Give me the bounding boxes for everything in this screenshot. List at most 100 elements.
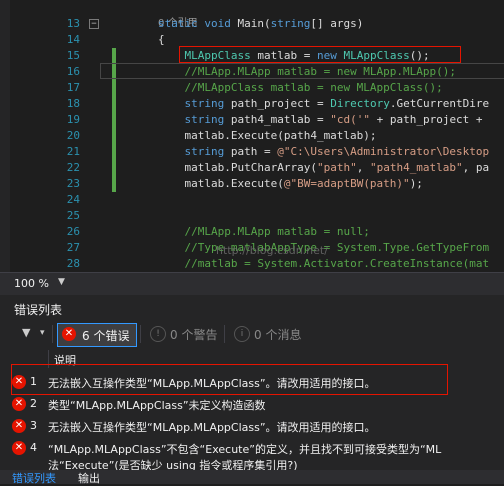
code-token: string xyxy=(184,97,225,110)
code-token: //MLAppClass matlab = new MLAppClass(); xyxy=(184,81,443,94)
code-token: string xyxy=(184,113,225,126)
code-token: //MLApp.MLApp matlab = null; xyxy=(184,225,370,238)
zoom-level[interactable]: 100 % xyxy=(14,277,49,290)
line-number: 28 xyxy=(66,257,80,270)
code-token: { xyxy=(158,33,165,46)
code-text[interactable]: matlab.Execute(path4_matlab); xyxy=(158,128,376,144)
code-text[interactable]: { xyxy=(158,32,165,48)
error-description: 类型“MLApp.MLAppClass”未定义构造函数 xyxy=(48,399,266,412)
errors-filter-button[interactable]: ✕ 6 个错误 xyxy=(57,323,137,347)
current-line-highlight xyxy=(100,63,504,79)
code-token: Directory xyxy=(330,97,390,110)
code-text[interactable]: static void Main(string[] args) xyxy=(158,16,363,32)
line-number: 22 xyxy=(66,161,80,174)
code-text[interactable]: string path_project = Directory.GetCurre… xyxy=(158,96,490,112)
line-number: 23 xyxy=(66,177,80,190)
code-token: @"BW=adaptBW(path)" xyxy=(283,177,410,190)
bottom-tab-bar: 错误列表 输出 xyxy=(0,470,504,485)
error-list-panel: 错误列表 ▼ ▾ ✕ 6 个错误 ! 0 个警告 i 0 个消息 说明 ✕ 1 … xyxy=(0,295,504,484)
messages-filter-label: 0 个消息 xyxy=(254,328,302,342)
chevron-down-icon[interactable]: ▾ xyxy=(40,328,45,338)
code-token: , pa xyxy=(462,161,490,174)
line-number: 26 xyxy=(66,225,80,238)
filter-icon[interactable]: ▼ xyxy=(22,326,30,339)
error-number: 4 xyxy=(30,441,37,454)
code-text[interactable]: //matlab = System.Activator.CreateInstan… xyxy=(158,256,490,272)
errors-filter-label: 6 个错误 xyxy=(82,329,130,343)
code-line[interactable]: 28 //matlab = System.Activator.CreateIns… xyxy=(0,256,504,272)
messages-filter-button[interactable]: i 0 个消息 xyxy=(230,323,310,345)
code-token: matlab.PutCharArray( xyxy=(158,161,317,174)
error-icon: ✕ xyxy=(12,441,26,455)
code-line[interactable]: 19 string path4_matlab = "cd('" + path_p… xyxy=(0,112,504,128)
code-text[interactable]: string path4_matlab = "cd('" + path_proj… xyxy=(158,112,489,128)
highlight-box-line-15 xyxy=(179,46,461,63)
code-text[interactable]: //MLAppClass matlab = new MLAppClass(); xyxy=(158,80,443,96)
line-number: 16 xyxy=(66,65,80,78)
line-number: 19 xyxy=(66,113,80,126)
code-token: [] args) xyxy=(310,17,364,30)
toolbar-separator xyxy=(52,325,53,343)
code-line[interactable]: 22 matlab.PutCharArray("path", "path4_ma… xyxy=(0,160,504,176)
code-token: static xyxy=(158,17,205,30)
line-number: 27 xyxy=(66,241,80,254)
line-number: 17 xyxy=(66,81,80,94)
code-token: //matlab = System.Activator.CreateInstan… xyxy=(184,257,490,270)
code-token: "path" xyxy=(316,161,357,174)
info-icon: i xyxy=(234,326,250,342)
code-token: path = xyxy=(224,145,278,158)
zoom-bar: 100 % ▼ xyxy=(0,272,504,295)
toolbar-separator xyxy=(224,325,225,343)
code-line[interactable]: 23 matlab.Execute(@"BW=adaptBW(path)"); xyxy=(0,176,504,192)
code-line[interactable]: 24 xyxy=(0,192,504,208)
error-icon: ✕ xyxy=(12,419,26,433)
code-line[interactable]: 17 //MLAppClass matlab = new MLAppClass(… xyxy=(0,80,504,96)
watermark: http://blog.csdn.net/ xyxy=(216,244,328,257)
code-line[interactable]: 21 string path = @"C:\Users\Administrato… xyxy=(0,144,504,160)
code-text[interactable]: string path = @"C:\Users\Administrator\D… xyxy=(158,144,490,160)
error-row[interactable]: ✕ 3 无法嵌入互操作类型“MLApp.MLAppClass”。请改用适用的接口… xyxy=(0,417,504,435)
code-text[interactable]: matlab.Execute(@"BW=adaptBW(path)"); xyxy=(158,176,423,192)
line-number: 13 xyxy=(66,17,80,30)
code-token: , xyxy=(356,161,370,174)
reference-count-line[interactable]: 0 个引用 xyxy=(0,0,504,29)
code-editor[interactable]: 0 个引用 13− static void Main(string[] args)… xyxy=(0,0,504,272)
code-line[interactable]: 20 matlab.Execute(path4_matlab); xyxy=(0,128,504,144)
highlight-box-error-1 xyxy=(11,364,448,395)
error-number: 2 xyxy=(30,397,37,410)
line-number: 20 xyxy=(66,129,80,142)
line-number: 15 xyxy=(66,49,80,62)
error-icon: ✕ xyxy=(62,327,76,341)
error-number: 3 xyxy=(30,419,37,432)
code-line[interactable]: 25 xyxy=(0,208,504,224)
code-text[interactable]: //MLApp.MLApp matlab = null; xyxy=(158,224,370,240)
line-number: 18 xyxy=(66,97,80,110)
toolbar-separator xyxy=(140,325,141,343)
code-text[interactable]: matlab.PutCharArray("path", "path4_matla… xyxy=(158,160,489,176)
error-icon: ✕ xyxy=(12,397,26,411)
error-list-title: 错误列表 xyxy=(14,303,63,317)
warnings-filter-button[interactable]: ! 0 个警告 xyxy=(146,323,226,345)
error-row[interactable]: ✕ 2 类型“MLApp.MLAppClass”未定义构造函数 xyxy=(0,395,504,413)
line-number: 25 xyxy=(66,209,80,222)
code-token: "cd('" xyxy=(330,113,370,126)
line-number: 24 xyxy=(66,193,80,206)
code-token: string xyxy=(184,145,225,158)
collapse-icon[interactable]: − xyxy=(89,19,99,29)
code-token: ); xyxy=(409,177,423,190)
chevron-down-icon[interactable]: ▼ xyxy=(58,277,65,287)
code-token: Main( xyxy=(237,17,271,30)
warnings-filter-label: 0 个警告 xyxy=(170,328,218,342)
code-line[interactable]: 13− static void Main(string[] args) xyxy=(0,16,504,32)
code-line[interactable]: 26 //MLApp.MLApp matlab = null; xyxy=(0,224,504,240)
code-line[interactable]: 18 string path_project = Directory.GetCu… xyxy=(0,96,504,112)
line-number: 21 xyxy=(66,145,80,158)
code-token: path4_matlab = xyxy=(224,113,331,126)
